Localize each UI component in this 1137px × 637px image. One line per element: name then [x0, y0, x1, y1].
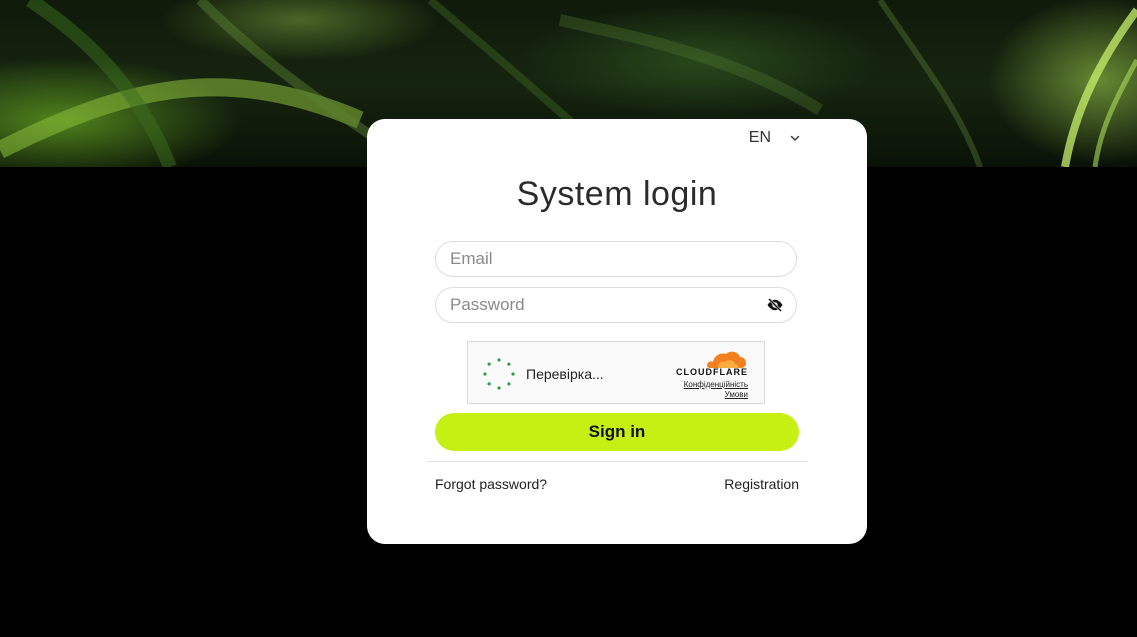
- language-selected-label: EN: [748, 129, 771, 146]
- eye-slash-icon[interactable]: [766, 296, 784, 314]
- registration-link[interactable]: Registration: [724, 476, 799, 492]
- password-field-wrapper: [435, 287, 797, 323]
- divider: [427, 461, 807, 462]
- captcha-widget[interactable]: Перевірка... CLOUDFLARE Конфіденційність…: [467, 341, 765, 404]
- language-selector[interactable]: EN: [749, 129, 801, 147]
- captcha-privacy-link[interactable]: Конфіденційність: [684, 380, 748, 389]
- password-input[interactable]: [448, 294, 766, 316]
- captcha-status-text: Перевірка...: [526, 366, 604, 382]
- email-field-wrapper: [435, 241, 797, 277]
- cloudflare-brand-text: CLOUDFLARE: [676, 367, 748, 377]
- login-card: EN System login Email Перевірка... CLOUD…: [367, 119, 867, 544]
- sign-in-button[interactable]: Sign in: [435, 413, 799, 451]
- login-page: EN System login Email Перевірка... CLOUD…: [0, 0, 1137, 637]
- captcha-terms-link[interactable]: Умови: [725, 390, 748, 399]
- page-title: System login: [516, 175, 718, 213]
- chevron-down-icon: [790, 135, 800, 141]
- email-input[interactable]: [448, 248, 784, 270]
- spinner-icon: [483, 358, 515, 390]
- forgot-password-link[interactable]: Forgot password?: [435, 476, 547, 492]
